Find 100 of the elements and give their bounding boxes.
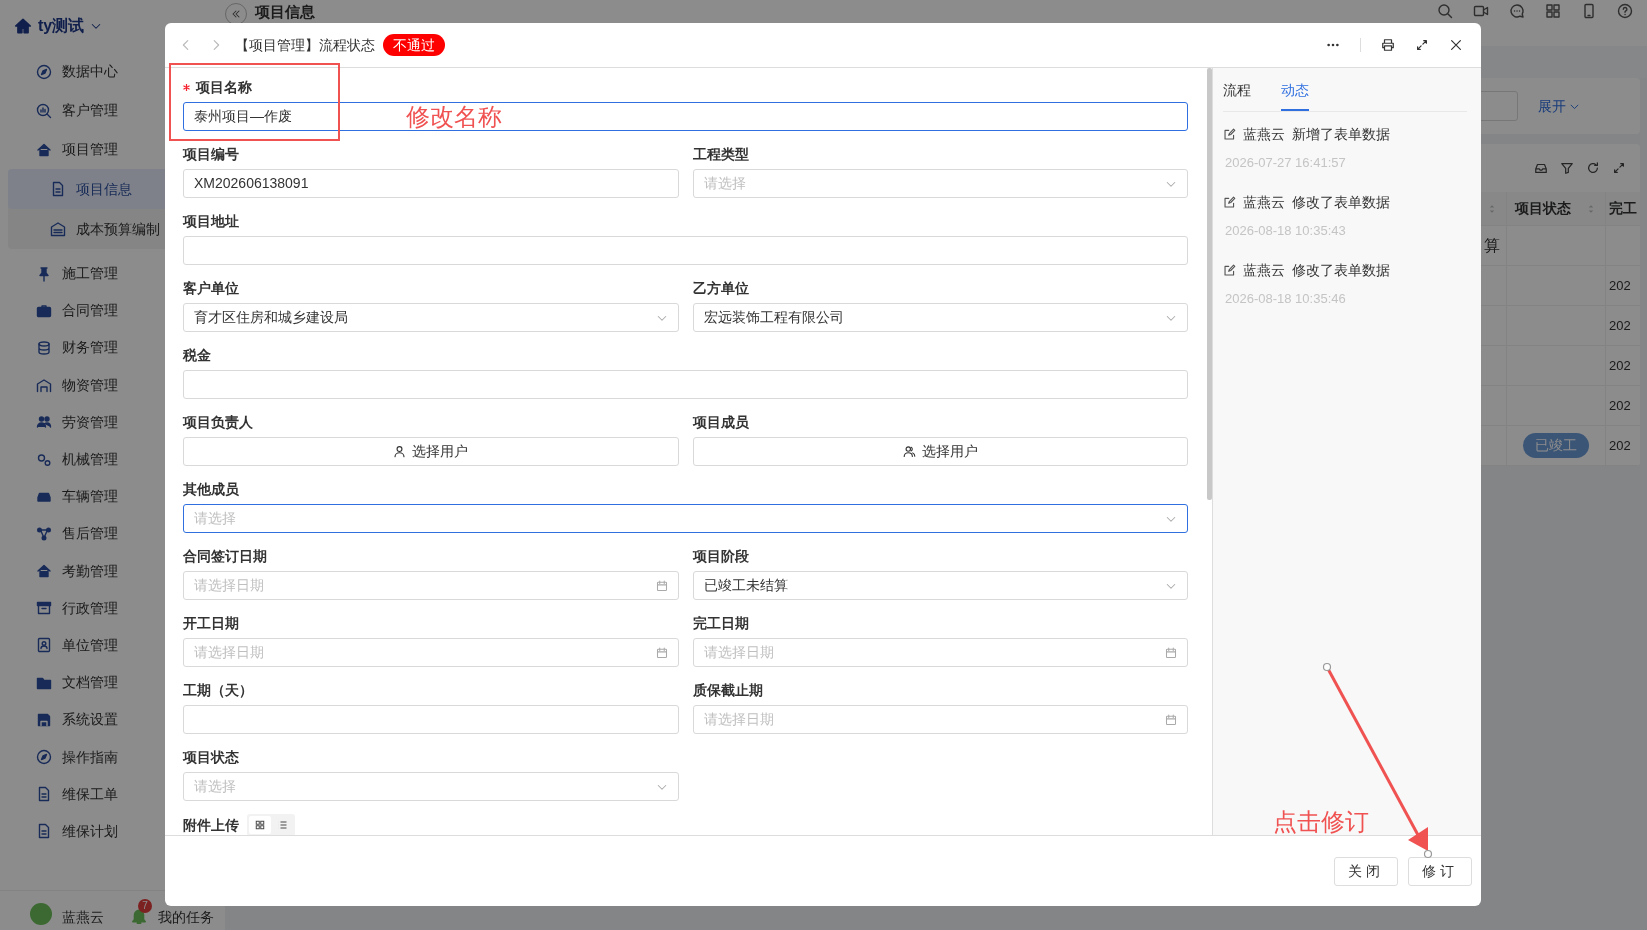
house-icon (36, 141, 52, 158)
table-cell-text: 202 (1609, 436, 1631, 455)
calendar-icon (655, 646, 668, 659)
field-label: 工期（天） (183, 680, 253, 700)
tasks-link[interactable]: 我的任务 (158, 909, 214, 925)
user-name[interactable]: 蓝燕云 (62, 909, 104, 925)
field-label: 附件上传 (183, 815, 239, 835)
panel-tab[interactable]: 动态 (1281, 78, 1309, 111)
select-field[interactable]: 宏远装饰工程有限公司 (692, 303, 1188, 332)
field-label: 乙方单位 (692, 278, 749, 298)
field-label: 开工日期 (183, 613, 239, 633)
field-label: 合同签订日期 (183, 546, 267, 566)
field-label: 完工日期 (692, 613, 749, 633)
calendar-icon (655, 579, 668, 592)
document-icon (36, 786, 52, 803)
collapse-icon[interactable] (230, 8, 242, 20)
annotation-text: 点击修订 (1273, 807, 1369, 837)
garage-icon (50, 221, 66, 237)
activity-text: 修改了表单数据 (1292, 261, 1390, 280)
pin-icon (36, 265, 52, 282)
phone-icon[interactable] (1581, 3, 1597, 19)
activity-user: 蓝燕云 (1243, 125, 1285, 144)
field-label: 项目名称 (196, 77, 252, 97)
dialog-button[interactable]: 关闭 (1334, 856, 1398, 886)
text-field[interactable] (183, 236, 1188, 265)
field-label: 项目阶段 (692, 546, 749, 566)
activity-user: 蓝燕云 (1243, 193, 1285, 212)
activity-user: 蓝燕云 (1243, 261, 1285, 280)
calendar-icon (1165, 713, 1177, 726)
calendar-icon (1165, 646, 1177, 659)
chart-search-icon (36, 102, 52, 119)
activity-text: 新增了表单数据 (1292, 125, 1390, 144)
edit-icon (1223, 128, 1236, 141)
field-label: 其他成员 (183, 479, 239, 499)
field-label: 客户单位 (183, 278, 239, 298)
select-field[interactable]: 已竣工未结算 (692, 571, 1188, 600)
field-label: 税金 (183, 345, 211, 365)
column-header[interactable]: 项目状态 (1515, 198, 1571, 219)
person-icon (393, 445, 407, 458)
sidebar-item[interactable]: 物资管理 (8, 366, 217, 404)
activity-text: 修改了表单数据 (1292, 193, 1390, 212)
field-label: 项目编号 (183, 144, 239, 164)
status-tag: 已竣工 (1523, 433, 1589, 458)
field-label: 项目成员 (692, 412, 749, 432)
table-cell-text: 202 (1609, 396, 1631, 415)
edit-icon (1223, 196, 1236, 209)
status-badge: 不通过 (383, 34, 445, 56)
compass-icon (36, 63, 52, 80)
filter-icon[interactable] (1560, 161, 1574, 175)
people-icon (36, 414, 52, 431)
home-icon[interactable] (14, 17, 32, 35)
search-icon[interactable] (1437, 3, 1453, 19)
text-field[interactable] (183, 370, 1188, 399)
document-icon (36, 823, 52, 840)
grid-view-toggle[interactable] (249, 816, 271, 834)
edit-icon (1223, 264, 1236, 277)
archive-icon (36, 600, 52, 617)
table-cell-text: 202 (1609, 356, 1631, 375)
expand-link[interactable]: 展开 (1538, 95, 1580, 117)
help-icon[interactable] (1617, 3, 1633, 19)
inbox-icon[interactable] (1534, 161, 1548, 175)
brand-name[interactable]: ty测试 (38, 14, 85, 38)
nodes-icon (36, 525, 52, 542)
print-icon[interactable] (1381, 38, 1395, 52)
refresh-icon[interactable] (1586, 161, 1600, 175)
sidebar-item[interactable]: 系统设置 (8, 701, 217, 739)
table-cell-text: 202 (1609, 276, 1631, 295)
field-label: 工程类型 (692, 144, 749, 164)
briefcase-icon (36, 302, 52, 319)
field-label: 项目状态 (183, 747, 239, 767)
page-title: 项目信息 (255, 3, 315, 21)
coins-icon (36, 339, 52, 356)
text-field[interactable]: XM202606138091 (183, 169, 679, 198)
field-label: 质保截止期 (692, 680, 763, 700)
annotation-text: 修改名称 (406, 102, 502, 132)
video-icon[interactable] (1473, 3, 1489, 19)
field-label: 项目地址 (183, 211, 239, 231)
panel-tab[interactable]: 流程 (1223, 78, 1251, 111)
column-header[interactable]: 完工 (1609, 198, 1637, 219)
field-label: 项目负责人 (183, 412, 253, 432)
chat-icon[interactable] (1509, 3, 1525, 19)
close-icon[interactable] (1449, 38, 1463, 52)
user-picker-button[interactable]: 选择用户 (183, 437, 679, 466)
dialog-title: 【项目管理】流程状态 (235, 35, 375, 55)
grid-icon[interactable] (1545, 3, 1561, 19)
table-cell-text: 算 (1484, 235, 1500, 256)
text-field[interactable] (183, 705, 679, 734)
house-icon (36, 563, 52, 580)
id-card-icon (36, 637, 52, 654)
select-field[interactable]: 育才区住房和城乡建设局 (183, 303, 679, 332)
document-icon (50, 181, 66, 197)
user-picker-button[interactable]: 选择用户 (692, 437, 1188, 466)
expand-icon[interactable] (1415, 38, 1429, 52)
notification-badge: 7 (138, 899, 152, 913)
dialog-button[interactable]: 修订 (1408, 856, 1472, 886)
people-icon (902, 445, 916, 458)
warehouse-icon (36, 377, 52, 394)
grid-icon (254, 819, 266, 831)
table-cell-text: 202 (1609, 316, 1631, 335)
compass-icon (36, 749, 52, 766)
